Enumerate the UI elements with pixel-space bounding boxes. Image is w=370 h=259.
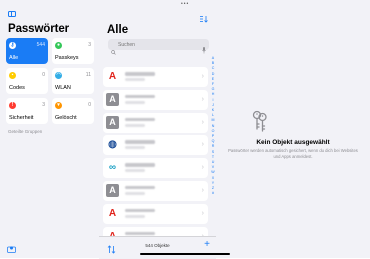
tile-count: 544 bbox=[36, 42, 45, 48]
password-list: A › A › A › ◍ › ∞ › A › A › A bbox=[103, 67, 208, 249]
search-icon bbox=[111, 42, 116, 55]
tile-count: 3 bbox=[42, 102, 45, 108]
sort-options-icon[interactable] bbox=[199, 10, 209, 23]
redacted-title bbox=[125, 185, 155, 190]
redacted-title bbox=[125, 208, 155, 213]
tile-all[interactable]: ⚷ 544 Alle bbox=[6, 38, 48, 64]
redacted-title bbox=[125, 163, 155, 167]
sidebar-title: Passwörter bbox=[8, 23, 70, 35]
microphone-icon[interactable] bbox=[202, 41, 206, 54]
tile-label: Gelöscht bbox=[55, 115, 77, 121]
tile-count: 0 bbox=[88, 102, 91, 108]
chevron-right-icon: › bbox=[201, 95, 204, 103]
redacted-title bbox=[125, 94, 155, 99]
tile-count: 0 bbox=[42, 72, 45, 78]
redacted-username bbox=[125, 100, 145, 104]
empty-state-description: Passwörter werden automatisch gesichert,… bbox=[228, 148, 358, 159]
list-item[interactable]: A › bbox=[103, 89, 208, 110]
chevron-right-icon: › bbox=[201, 209, 204, 217]
tile-label: Alle bbox=[9, 55, 19, 61]
settings-icon[interactable] bbox=[7, 240, 16, 253]
redacted-username bbox=[125, 169, 145, 173]
search-input[interactable] bbox=[118, 39, 196, 50]
redacted-username bbox=[125, 214, 145, 218]
redacted-username bbox=[125, 123, 145, 127]
tile-codes[interactable]: ▪ 0 Codes bbox=[6, 68, 48, 94]
list-item[interactable]: ◍ › bbox=[103, 135, 208, 156]
site-logo-icon: A bbox=[106, 183, 119, 197]
redacted-title bbox=[125, 72, 155, 76]
redacted-username bbox=[125, 78, 145, 81]
chevron-right-icon: › bbox=[201, 164, 204, 172]
item-count: 544 Objekte bbox=[145, 243, 170, 248]
sidebar-toggle-icon[interactable] bbox=[8, 11, 16, 17]
home-indicator[interactable] bbox=[140, 253, 230, 255]
empty-state-title: Kein Objekt ausgewählt bbox=[256, 139, 330, 146]
redacted-username bbox=[125, 146, 145, 150]
key-icon: ⚷ bbox=[9, 42, 16, 49]
wifi-icon: ◠ bbox=[55, 72, 62, 79]
detail-pane bbox=[216, 0, 370, 258]
chevron-right-icon: › bbox=[201, 118, 204, 126]
redacted-title bbox=[125, 140, 155, 144]
list-bottom-bar: 544 Objekte + bbox=[99, 236, 216, 259]
tile-wlan[interactable]: ◠ 11 WLAN bbox=[52, 68, 94, 94]
alert-icon: ! bbox=[9, 102, 16, 109]
site-logo-icon: ∞ bbox=[108, 162, 117, 174]
keys-icon bbox=[251, 110, 268, 133]
list-item[interactable]: A › bbox=[103, 67, 208, 87]
trash-icon: ▾ bbox=[55, 102, 62, 109]
tile-label: WLAN bbox=[55, 85, 71, 91]
tile-label: Codes bbox=[9, 85, 25, 91]
list-title: Alle bbox=[107, 24, 129, 36]
redacted-title bbox=[125, 231, 155, 236]
tile-label: Sicherheit bbox=[9, 115, 34, 121]
category-tiles: ⚷ 544 Alle ● 3 Passkeys ▪ 0 Codes ◠ 11 W… bbox=[6, 38, 94, 124]
search-bar[interactable] bbox=[108, 39, 209, 55]
chevron-right-icon: › bbox=[201, 141, 204, 149]
tile-deleted[interactable]: ▾ 0 Gelöscht bbox=[52, 98, 94, 124]
lock-icon: ▪ bbox=[9, 72, 16, 79]
site-logo-icon: A bbox=[106, 115, 119, 129]
chevron-right-icon: › bbox=[201, 73, 204, 80]
shared-groups-heading[interactable]: Geteilte Gruppen bbox=[8, 129, 42, 134]
tile-count: 11 bbox=[85, 72, 91, 78]
list-item[interactable]: A › bbox=[103, 180, 208, 201]
person-icon: ● bbox=[55, 42, 62, 49]
site-logo-icon: A bbox=[106, 92, 119, 106]
site-logo-icon: A bbox=[108, 207, 117, 219]
tile-security[interactable]: ! 3 Sicherheit bbox=[6, 98, 48, 124]
list-item[interactable]: A › bbox=[103, 112, 208, 133]
list-item[interactable]: A › bbox=[103, 203, 208, 224]
tile-label: Passkeys bbox=[55, 55, 79, 61]
more-dots-icon[interactable]: ••• bbox=[181, 1, 189, 7]
redacted-title bbox=[125, 117, 155, 122]
add-button[interactable]: + bbox=[204, 239, 210, 250]
list-item[interactable]: ∞ › bbox=[103, 158, 208, 179]
site-logo-icon: ◍ bbox=[108, 139, 117, 151]
chevron-right-icon: › bbox=[201, 186, 204, 194]
site-logo-icon: A bbox=[108, 71, 117, 82]
tile-count: 3 bbox=[88, 42, 91, 48]
redacted-username bbox=[125, 191, 145, 195]
tile-passkeys[interactable]: ● 3 Passkeys bbox=[52, 38, 94, 64]
